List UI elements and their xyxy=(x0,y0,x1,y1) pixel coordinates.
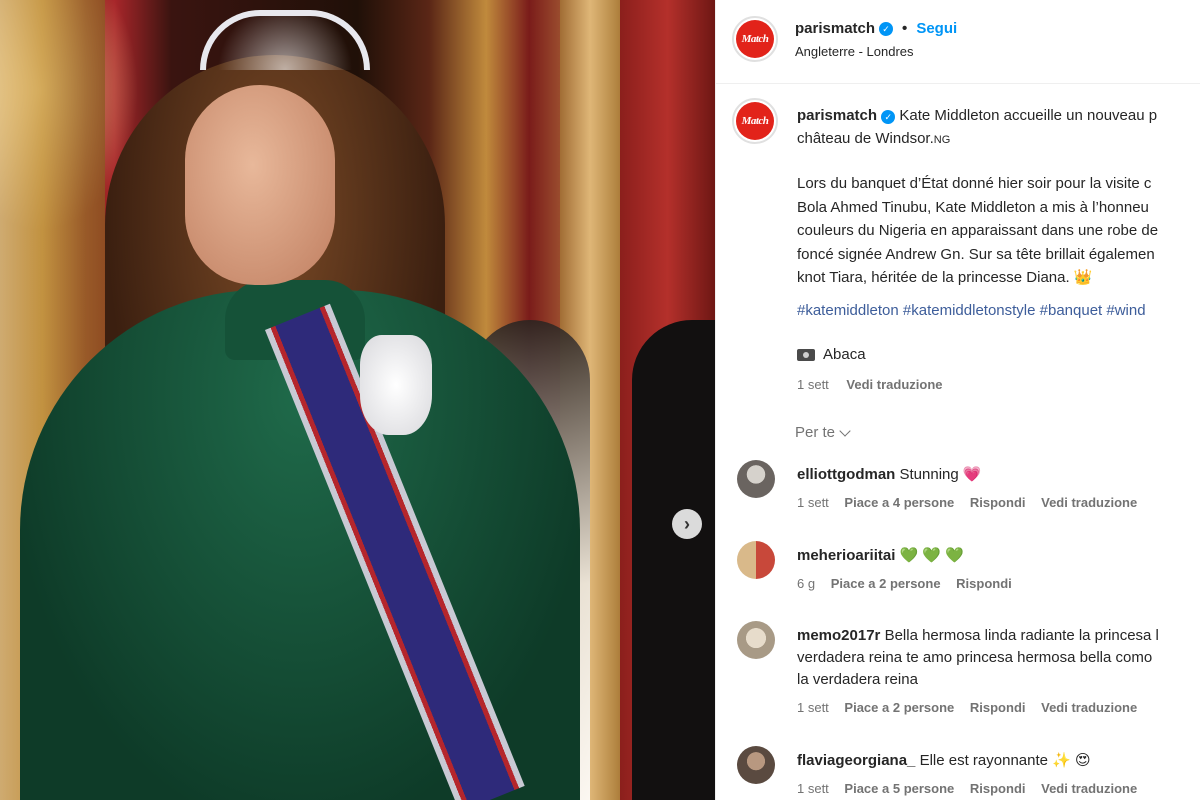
match-logo-icon: Match xyxy=(736,102,774,140)
paragraph-line: Bola Ahmed Tinubu, Kate Middleton a mis … xyxy=(797,198,1149,216)
comment-body: Stunning xyxy=(899,466,959,483)
verified-badge-icon: ✓ xyxy=(881,110,896,124)
camera-icon xyxy=(797,348,815,361)
avatar[interactable] xyxy=(737,746,775,784)
caption-first-line: Kate Middleton accueille un nouveau p xyxy=(899,107,1158,124)
comment-meta: 1 sett Piace a 2 persone Rispondi Vedi t… xyxy=(797,700,1149,715)
post-photo: › xyxy=(0,0,715,800)
comment-body-line: la verdadera reina xyxy=(797,671,918,688)
comment-username[interactable]: memo2017r xyxy=(797,627,880,644)
credit-text: Abaca xyxy=(823,346,866,363)
caption-username[interactable]: parismatch xyxy=(797,107,877,124)
heart-icon: 💗 xyxy=(962,466,982,483)
comment-time: 1 sett xyxy=(797,495,829,510)
for-you-sort-button[interactable]: Per te xyxy=(795,424,851,441)
hashtag-links[interactable]: #katemiddleton #katemiddletonstyle #banq… xyxy=(797,302,1146,319)
comment-meta: 1 sett Piace a 4 persone Rispondi Vedi t… xyxy=(797,495,1149,510)
verified-badge-icon: ✓ xyxy=(879,21,894,36)
avatar[interactable] xyxy=(737,460,775,498)
paragraph-line: Lors du banquet d’État donné hier soir p… xyxy=(797,175,1152,192)
avatar[interactable] xyxy=(737,621,775,659)
reply-button[interactable]: Rispondi xyxy=(970,700,1026,715)
reply-button[interactable]: Rispondi xyxy=(956,576,1012,591)
comment-likes[interactable]: Piace a 2 persone xyxy=(831,576,941,591)
paragraph-line: knot Tiara, héritée de la princesse Dian… xyxy=(797,269,1093,286)
translate-button[interactable]: Vedi traduzione xyxy=(1041,700,1137,715)
comment-likes[interactable]: Piace a 2 persone xyxy=(844,700,954,715)
caption-paragraph: Lors du banquet d’État donné hier soir p… xyxy=(797,172,1200,290)
comment-body-line: verdadera reina te amo princesa hermosa … xyxy=(797,649,1153,666)
caption-ng: NG xyxy=(933,134,951,146)
caption-text: parismatch ✓ Kate Middleton accueille un… xyxy=(797,104,1200,152)
location-link[interactable]: Angleterre - Londres xyxy=(795,44,914,59)
comment-meta: 1 sett Piace a 5 persone Rispondi Vedi t… xyxy=(797,781,1149,796)
caption-meta: 1 sett Vedi traduzione xyxy=(797,377,957,392)
comment-item: memo2017r Bella hermosa linda radiante l… xyxy=(716,621,1200,721)
translate-button[interactable]: Vedi traduzione xyxy=(846,377,942,392)
translate-button[interactable]: Vedi traduzione xyxy=(1041,781,1137,796)
paragraph-line: foncé signée Andrew Gn. Sur sa tête bril… xyxy=(797,245,1155,263)
comment-likes[interactable]: Piace a 4 persone xyxy=(844,495,954,510)
post-time: 1 sett xyxy=(797,377,829,392)
comment-text: meherioariitai 💚 💚 💚 xyxy=(797,545,964,567)
post-header: Match parismatch ✓ • Segui Angleterre - … xyxy=(716,0,1200,84)
chevron-down-icon xyxy=(839,424,851,437)
chevron-right-icon: › xyxy=(684,513,690,534)
avatar[interactable]: Match xyxy=(732,16,778,62)
separator-dot: • xyxy=(902,20,908,37)
comment-username[interactable]: meherioariitai xyxy=(797,547,895,564)
follow-button[interactable]: Segui xyxy=(916,20,957,37)
caption-second-line: château de Windsor. xyxy=(797,130,934,147)
green-heart-icon: 💚 💚 💚 xyxy=(899,547,964,564)
background-figure xyxy=(632,320,715,800)
comment-text: elliottgodman Stunning 💗 xyxy=(797,464,982,486)
reply-button[interactable]: Rispondi xyxy=(970,495,1026,510)
header-username-row: parismatch ✓ • Segui xyxy=(795,20,957,37)
comment-meta: 6 g Piace a 2 persone Rispondi xyxy=(797,576,1024,591)
comment-time: 6 g xyxy=(797,576,816,591)
comment-likes[interactable]: Piace a 5 persone xyxy=(844,781,954,796)
comment-username[interactable]: flaviageorgiana_ xyxy=(797,752,915,769)
comment-username[interactable]: elliottgodman xyxy=(797,466,895,483)
for-you-label: Per te xyxy=(795,424,836,441)
comment-text: memo2017r Bella hermosa linda radiante l… xyxy=(797,625,1159,691)
comment-body: Bella hermosa linda radiante la princesa… xyxy=(884,627,1159,644)
avatar[interactable]: Match xyxy=(732,98,778,144)
next-image-button[interactable]: › xyxy=(672,509,702,539)
comment-item: elliottgodman Stunning 💗 1 sett Piace a … xyxy=(716,460,1200,540)
username-link[interactable]: parismatch xyxy=(795,20,875,37)
photo-credit: Abaca xyxy=(797,346,866,363)
comment-body: Elle est rayonnante xyxy=(919,752,1048,769)
comment-item: flaviageorgiana_ Elle est rayonnante ✨ 😍… xyxy=(716,746,1200,800)
reply-button[interactable]: Rispondi xyxy=(970,781,1026,796)
translate-button[interactable]: Vedi traduzione xyxy=(1041,495,1137,510)
white-bow-brooch xyxy=(360,335,432,435)
comment-item: meherioariitai 💚 💚 💚 6 g Piace a 2 perso… xyxy=(716,541,1200,621)
match-logo-icon: Match xyxy=(736,20,774,58)
photo-face xyxy=(185,85,335,285)
post-side-panel: Match parismatch ✓ • Segui Angleterre - … xyxy=(715,0,1200,800)
comment-time: 1 sett xyxy=(797,700,829,715)
avatar[interactable] xyxy=(737,541,775,579)
sparkles-heart-eyes-icon: ✨ 😍 xyxy=(1052,752,1091,769)
comment-time: 1 sett xyxy=(797,781,829,796)
tiara xyxy=(200,10,370,70)
comment-text: flaviageorgiana_ Elle est rayonnante ✨ 😍 xyxy=(797,750,1091,772)
paragraph-line: couleurs du Nigeria en apparaissant dans… xyxy=(797,222,1159,239)
